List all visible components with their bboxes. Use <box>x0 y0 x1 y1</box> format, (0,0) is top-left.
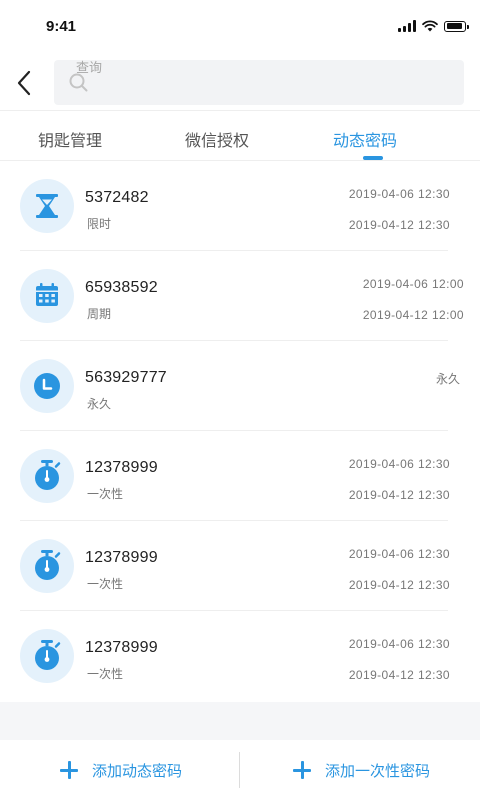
tab-bar: 钥匙管理 微信授权 动态密码 <box>0 111 480 161</box>
password-type: 周期 <box>87 307 112 321</box>
password-type: 永久 <box>87 397 112 411</box>
item-icon-bg <box>20 179 74 233</box>
list-item[interactable]: 563929777 永久 永久 <box>0 341 480 431</box>
list-item[interactable]: 5372482 限时 2019-04-06 12:30 2019-04-12 1… <box>0 161 480 251</box>
item-icon-bg <box>20 539 74 593</box>
status-time: 9:41 <box>46 18 77 35</box>
back-button[interactable] <box>12 66 40 100</box>
plus-icon <box>293 761 311 779</box>
tab-dynamic-password[interactable]: 动态密码 <box>333 127 397 151</box>
add-onetime-password-label: 添加一次性密码 <box>325 761 431 780</box>
validity-permanent: 永久 <box>435 372 460 386</box>
start-time: 2019-04-06 12:30 <box>348 457 450 471</box>
bottom-action-bar: 添加动态密码 添加一次性密码 <box>0 740 480 800</box>
plus-icon <box>60 761 78 779</box>
back-arrow-icon <box>17 70 31 96</box>
password-type: 一次性 <box>87 667 124 681</box>
action-divider <box>239 752 240 788</box>
add-dynamic-password-label: 添加动态密码 <box>92 761 183 780</box>
battery-icon <box>444 20 469 32</box>
password-type: 一次性 <box>87 487 124 501</box>
item-icon-bg <box>20 629 74 683</box>
end-time: 2019-04-12 12:30 <box>348 218 450 232</box>
cellular-signal-icon <box>398 20 416 32</box>
search-box[interactable] <box>54 58 464 105</box>
item-icon-bg <box>20 269 74 323</box>
password-code: 12378999 <box>85 549 158 566</box>
start-time: 2019-04-06 12:30 <box>348 637 450 651</box>
start-time: 2019-04-06 12:30 <box>348 547 450 561</box>
end-time: 2019-04-12 12:00 <box>362 308 464 322</box>
stopwatch-icon <box>35 640 61 670</box>
end-time: 2019-04-12 12:30 <box>348 668 450 682</box>
add-onetime-password-button[interactable]: 添加一次性密码 <box>293 740 430 800</box>
list-footer-spacer <box>0 702 480 740</box>
item-icon-bg <box>20 359 74 413</box>
end-time: 2019-04-12 12:30 <box>348 578 450 592</box>
stopwatch-icon <box>35 550 61 580</box>
clock-icon <box>34 373 60 399</box>
calendar-icon <box>36 283 58 306</box>
wifi-icon <box>422 20 438 32</box>
header <box>0 56 480 110</box>
end-time: 2019-04-12 12:30 <box>348 488 450 502</box>
list-item[interactable]: 12378999 一次性 2019-04-06 12:30 2019-04-12… <box>0 611 480 701</box>
hourglass-icon <box>36 194 58 218</box>
password-code: 12378999 <box>85 639 158 656</box>
tab-wechat-authorization[interactable]: 微信授权 <box>185 127 249 151</box>
stopwatch-icon <box>35 460 61 490</box>
password-type: 限时 <box>87 217 112 231</box>
password-code: 65938592 <box>85 279 158 296</box>
start-time: 2019-04-06 12:00 <box>362 277 464 291</box>
password-type: 一次性 <box>87 577 124 591</box>
status-icons <box>398 20 469 32</box>
add-dynamic-password-button[interactable]: 添加动态密码 <box>60 740 182 800</box>
list-item[interactable]: 12378999 一次性 2019-04-06 12:30 2019-04-12… <box>0 431 480 521</box>
list-item[interactable]: 12378999 一次性 2019-04-06 12:30 2019-04-12… <box>0 521 480 611</box>
password-code: 5372482 <box>85 189 149 206</box>
tab-key-management[interactable]: 钥匙管理 <box>38 127 102 151</box>
list-item[interactable]: 65938592 周期 2019-04-06 12:00 2019-04-12 … <box>0 251 480 341</box>
item-icon-bg <box>20 449 74 503</box>
status-bar: 9:41 <box>0 0 480 56</box>
start-time: 2019-04-06 12:30 <box>348 187 450 201</box>
search-input[interactable] <box>76 58 446 78</box>
password-code: 563929777 <box>85 369 167 386</box>
password-code: 12378999 <box>85 459 158 476</box>
